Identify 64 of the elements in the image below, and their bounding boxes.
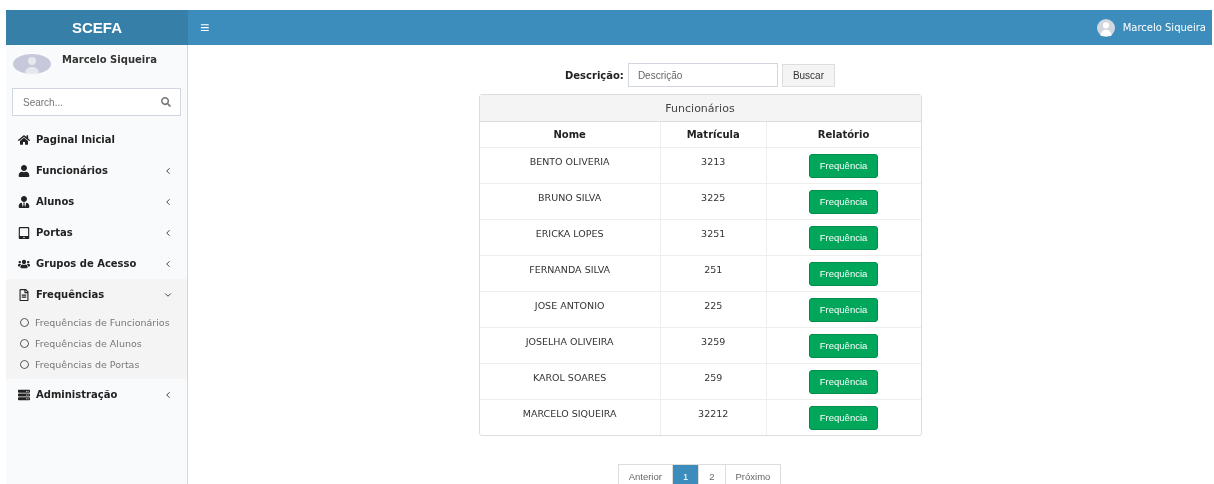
previous-page-button[interactable]: Anterior <box>617 464 673 484</box>
sidebar-item[interactable]: Funcionários <box>6 155 187 186</box>
page-button[interactable]: 1 <box>671 464 700 484</box>
table-cell: BRUNO SILVA <box>479 183 661 219</box>
frequency-button[interactable]: Frequência <box>808 369 879 394</box>
chevron-left-icon <box>163 227 173 238</box>
sidebar-item[interactable]: Alunos <box>6 186 187 217</box>
chevron-left-icon <box>163 389 173 400</box>
person-icon <box>18 195 30 208</box>
user-name[interactable]: Marcelo Siqueira <box>1122 22 1206 33</box>
sidebar-item[interactable]: Frequências <box>6 279 187 310</box>
table-cell: 259 <box>660 363 767 399</box>
table-cell: 251 <box>660 255 767 291</box>
avatar-icon <box>12 54 52 74</box>
table-cell: 225 <box>660 291 767 327</box>
avatar-icon <box>1096 18 1115 37</box>
table-cell: FERNANDA SILVA <box>479 255 661 291</box>
table-cell: 3225 <box>660 183 767 219</box>
chevron-left-icon <box>163 165 173 176</box>
table-cell: JOSE ANTONIO <box>479 291 661 327</box>
sidebar-item[interactable]: Administração <box>6 379 187 410</box>
table-cell: 3213 <box>660 147 767 183</box>
frequency-button[interactable]: Frequência <box>808 153 879 178</box>
submenu-item[interactable]: Frequências de Funcionários <box>6 312 187 333</box>
table-cell: BENTO OLIVERIA <box>479 147 661 183</box>
column-header: Matrícula <box>660 122 767 147</box>
frequency-button[interactable]: Frequência <box>808 405 879 430</box>
column-header: Nome <box>479 122 661 147</box>
sidebar-item[interactable]: Portas <box>6 217 187 248</box>
search-field[interactable]: Search... <box>12 88 181 116</box>
table-cell: ERICKA LOPES <box>479 219 661 255</box>
submenu-item[interactable]: Frequências de Portas <box>6 354 187 375</box>
table-cell: KAROL SOARES <box>479 363 661 399</box>
document-icon <box>18 288 30 301</box>
frequency-button[interactable]: Frequência <box>808 333 879 358</box>
description-field[interactable]: Descrição <box>627 63 778 87</box>
table-cell: JOSELHA OLIVEIRA <box>479 327 661 363</box>
column-header: Relatório <box>766 122 921 147</box>
frequency-button[interactable]: Frequência <box>808 189 879 214</box>
app-logo[interactable]: SCEFA <box>6 10 188 45</box>
server-icon <box>18 388 30 401</box>
table-cell: 32212 <box>660 399 767 435</box>
frequency-button[interactable]: Frequência <box>808 297 879 322</box>
search-button[interactable]: Buscar <box>781 63 835 87</box>
tablet-icon <box>18 226 30 239</box>
table-cell: 3259 <box>660 327 767 363</box>
sidebar-item[interactable]: Grupos de Acesso <box>6 248 187 279</box>
menu-toggle-button[interactable]: ≡ <box>190 10 220 45</box>
chevron-left-icon <box>163 196 173 207</box>
sidebar-item[interactable]: Paginal Inicial <box>6 124 187 155</box>
frequency-button[interactable]: Frequência <box>808 261 879 286</box>
chevron-left-icon <box>163 258 173 269</box>
frequency-button[interactable]: Frequência <box>808 225 879 250</box>
search-icon[interactable] <box>161 97 171 107</box>
person-icon <box>18 164 30 177</box>
home-icon <box>18 133 30 146</box>
sidebar-user-name: Marcelo Siqueira <box>62 53 157 65</box>
description-label: Descrição: <box>565 69 624 81</box>
card-title: Funcionários <box>479 95 921 122</box>
group-icon <box>18 257 30 270</box>
next-page-button[interactable]: Próximo <box>724 464 782 484</box>
table-cell: MARCELO SIQUEIRA <box>479 399 661 435</box>
submenu-item[interactable]: Frequências de Alunos <box>6 333 187 354</box>
table-cell: 3251 <box>660 219 767 255</box>
